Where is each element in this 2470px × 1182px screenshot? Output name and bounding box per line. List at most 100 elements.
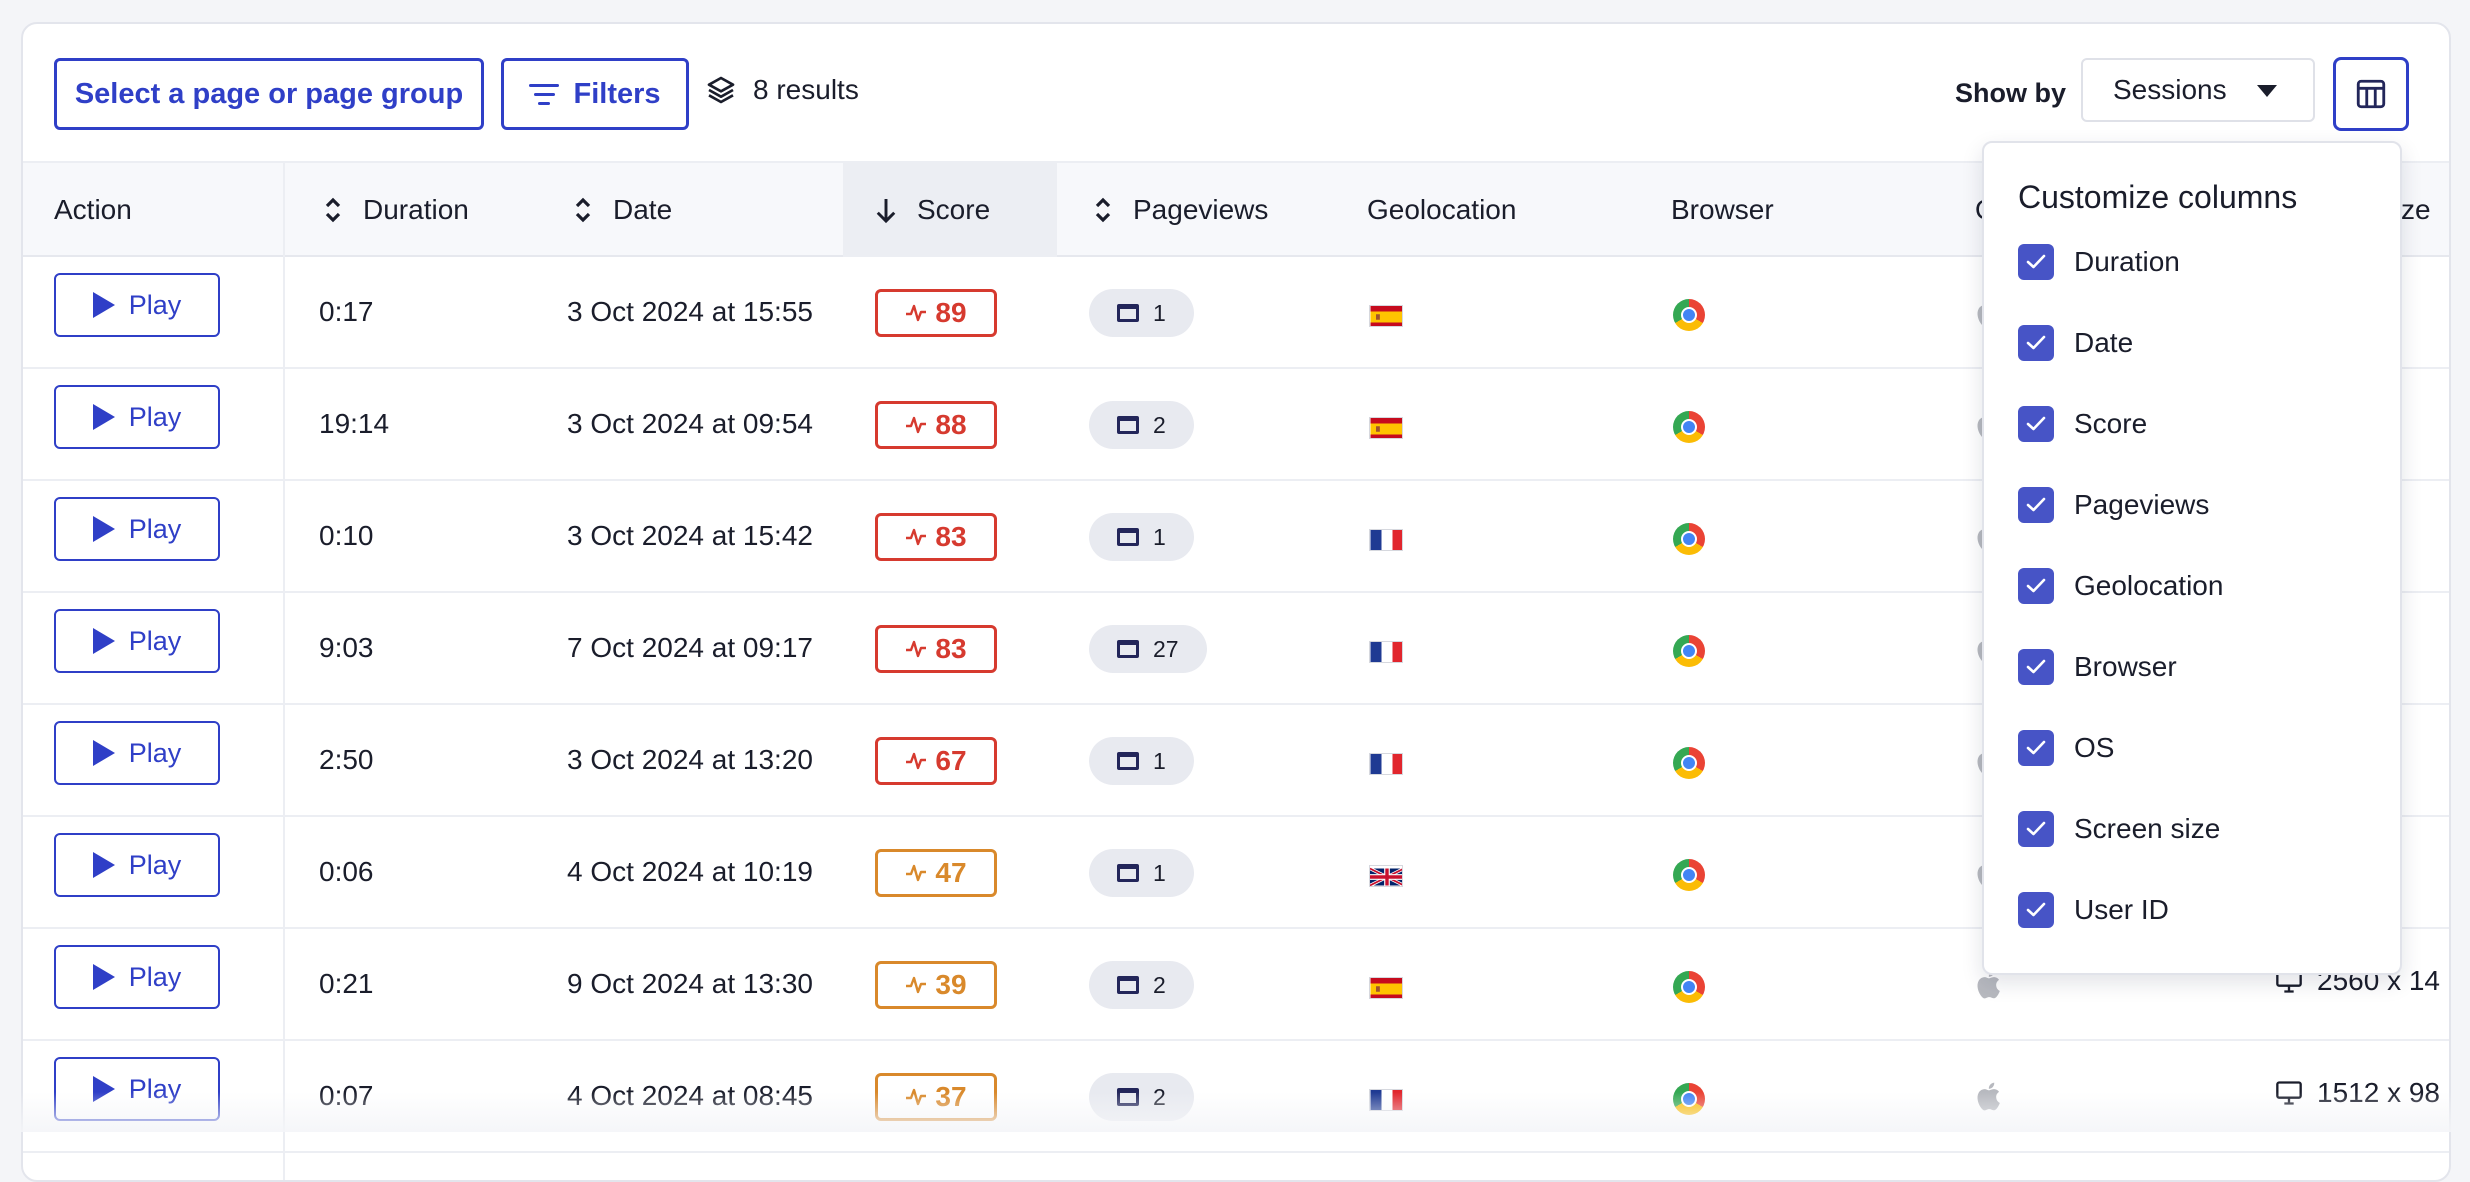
date-cell: 7 Oct 2024 at 09:17 (567, 593, 813, 703)
duration-cell: 2:50 (319, 705, 374, 815)
column-header-duration-label: Duration (363, 194, 469, 226)
pageviews-badge: 2 (1089, 401, 1194, 449)
pulse-icon (905, 527, 927, 547)
pageviews-value: 27 (1153, 636, 1179, 663)
flag-fr-icon (1369, 753, 1403, 775)
pulse-icon (905, 639, 927, 659)
table-columns-icon (2354, 77, 2388, 111)
score-value: 83 (935, 633, 966, 665)
popover-title: Customize columns (2018, 179, 2297, 216)
column-option-user-id[interactable]: User ID (2018, 891, 2169, 929)
checkbox-checked-icon[interactable] (2018, 649, 2054, 685)
column-option-geolocation[interactable]: Geolocation (2018, 567, 2223, 605)
column-option-label: Pageviews (2074, 489, 2209, 521)
sort-icon (1093, 196, 1113, 224)
score-badge: 67 (875, 737, 997, 785)
score-badge: 88 (875, 401, 997, 449)
filters-button[interactable]: Filters (501, 58, 689, 130)
toolbar: Select a page or page group Filters 8 re… (23, 24, 2449, 160)
play-button[interactable]: Play (54, 385, 220, 449)
date-cell: 4 Oct 2024 at 10:19 (567, 817, 813, 927)
checkbox-checked-icon[interactable] (2018, 325, 2054, 361)
score-value: 67 (935, 745, 966, 777)
customize-columns-popover: Customize columns Duration Date Score Pa… (1982, 141, 2402, 975)
window-icon (1117, 528, 1139, 546)
show-by-label: Show by (1955, 78, 2066, 109)
duration-cell: 0:17 (319, 257, 374, 367)
duration-cell: 19:14 (319, 369, 389, 479)
column-option-date[interactable]: Date (2018, 324, 2133, 362)
play-button[interactable]: Play (54, 273, 220, 337)
column-header-action-label: Action (54, 194, 132, 226)
checkbox-checked-icon[interactable] (2018, 406, 2054, 442)
filters-label: Filters (573, 78, 660, 111)
pageviews-value: 2 (1153, 412, 1166, 439)
play-icon (93, 628, 115, 654)
checkbox-checked-icon[interactable] (2018, 568, 2054, 604)
column-header-date[interactable]: Date (573, 163, 672, 257)
pageviews-value: 1 (1153, 524, 1166, 551)
date-cell: 3 Oct 2024 at 15:42 (567, 481, 813, 591)
flag-es-icon (1369, 305, 1403, 327)
score-badge: 47 (875, 849, 997, 897)
play-button[interactable]: Play (54, 497, 220, 561)
pulse-icon (905, 975, 927, 995)
window-icon (1117, 752, 1139, 770)
column-header-pageviews-label: Pageviews (1133, 194, 1268, 226)
date-cell: 3 Oct 2024 at 09:54 (567, 369, 813, 479)
arrow-down-icon (875, 196, 897, 224)
column-header-pageviews[interactable]: Pageviews (1093, 163, 1268, 257)
checkbox-checked-icon[interactable] (2018, 892, 2054, 928)
column-option-label: Browser (2074, 651, 2177, 683)
sort-icon (573, 196, 593, 224)
play-icon (93, 404, 115, 430)
checkbox-checked-icon[interactable] (2018, 730, 2054, 766)
date-cell: 3 Oct 2024 at 13:20 (567, 705, 813, 815)
customize-columns-button[interactable] (2333, 57, 2409, 131)
score-badge: 39 (875, 961, 997, 1009)
play-button[interactable]: Play (54, 833, 220, 897)
column-option-screen-size[interactable]: Screen size (2018, 810, 2220, 848)
score-badge: 83 (875, 625, 997, 673)
play-button[interactable]: Play (54, 609, 220, 673)
pageviews-badge: 1 (1089, 737, 1194, 785)
play-icon (93, 740, 115, 766)
bottom-fade (0, 1092, 2470, 1132)
window-icon (1117, 640, 1139, 658)
score-value: 89 (935, 297, 966, 329)
column-option-pageviews[interactable]: Pageviews (2018, 486, 2209, 524)
column-option-label: Score (2074, 408, 2147, 440)
pulse-icon (905, 303, 927, 323)
column-header-geolocation-label: Geolocation (1367, 194, 1516, 226)
play-button[interactable]: Play (54, 721, 220, 785)
column-option-label: Duration (2074, 246, 2180, 278)
checkbox-checked-icon[interactable] (2018, 487, 2054, 523)
chrome-icon (1673, 859, 1705, 891)
column-header-screen-size: ze (2401, 163, 2431, 257)
score-value: 47 (935, 857, 966, 889)
show-by-select[interactable]: Sessions (2081, 58, 2315, 122)
column-header-score[interactable]: Score (843, 163, 1057, 257)
play-icon (93, 516, 115, 542)
flag-es-icon (1369, 977, 1403, 999)
duration-cell: 9:03 (319, 593, 374, 703)
pulse-icon (905, 863, 927, 883)
chrome-icon (1673, 635, 1705, 667)
column-option-browser[interactable]: Browser (2018, 648, 2177, 686)
play-label: Play (129, 402, 182, 433)
pulse-icon (905, 751, 927, 771)
page-select-button[interactable]: Select a page or page group (54, 58, 484, 130)
column-option-os[interactable]: OS (2018, 729, 2114, 767)
column-option-duration[interactable]: Duration (2018, 243, 2180, 281)
checkbox-checked-icon[interactable] (2018, 244, 2054, 280)
flag-es-icon (1369, 417, 1403, 439)
duration-cell: 0:21 (319, 929, 374, 1039)
checkbox-checked-icon[interactable] (2018, 811, 2054, 847)
chrome-icon (1673, 523, 1705, 555)
layers-icon (705, 74, 737, 106)
play-button[interactable]: Play (54, 945, 220, 1009)
column-option-score[interactable]: Score (2018, 405, 2147, 443)
pageviews-badge: 2 (1089, 961, 1194, 1009)
column-header-duration[interactable]: Duration (323, 163, 469, 257)
play-label: Play (129, 626, 182, 657)
